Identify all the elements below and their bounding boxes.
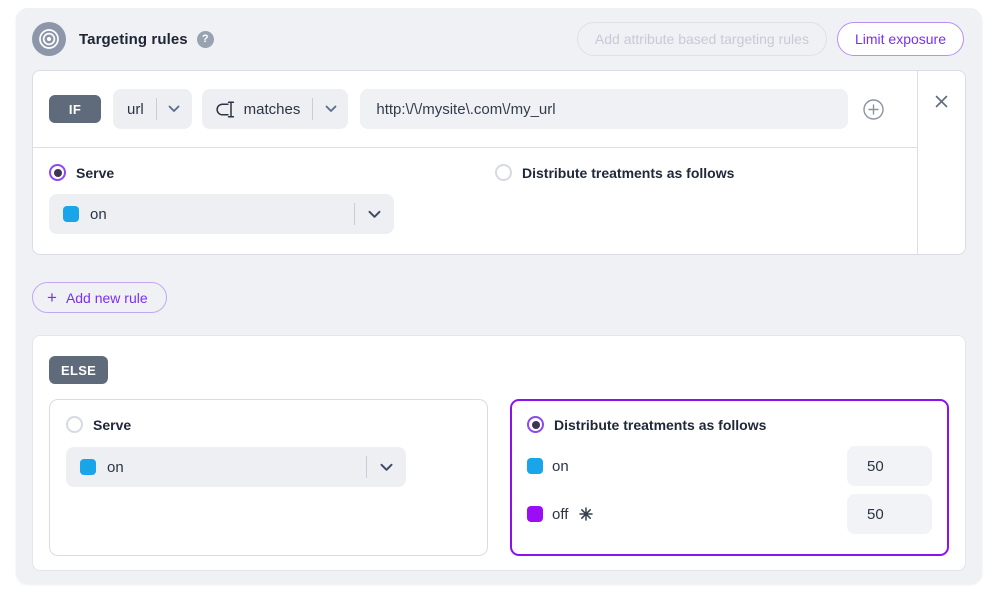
add-value-icon[interactable] [862,98,885,121]
else-serve-radio-option[interactable]: Serve [66,416,471,433]
else-treatment-value: on [107,459,124,476]
treatment-percent-input[interactable] [847,494,932,534]
serve-label: Serve [76,165,114,181]
add-new-rule-button[interactable]: + Add new rule [32,282,167,313]
chevron-down-icon [366,456,406,478]
targeting-rules-panel: Targeting rules ? Add attribute based ta… [16,8,982,584]
header-actions: Add attribute based targeting rules Limi… [577,22,964,56]
treatment-on-swatch [527,458,543,474]
treatment-on-swatch [63,206,79,222]
chevron-down-icon [312,98,348,120]
else-distribute-radio-option[interactable]: Distribute treatments as follows [527,416,932,433]
treatment-row: off [527,494,932,534]
page-title: Targeting rules [79,31,188,48]
else-serve-card: Serve on [49,399,488,556]
rule-side-actions [918,71,965,254]
treatment-name: off [552,506,568,523]
else-treatment-select[interactable]: on [66,447,406,487]
treatment-row: on [527,446,932,486]
help-icon[interactable]: ? [197,31,214,48]
treatment-off-swatch [527,506,543,522]
limit-exposure-button[interactable]: Limit exposure [837,22,964,56]
chevron-down-icon [354,203,394,225]
treatment-name: on [552,458,569,475]
else-serve-label: Serve [93,417,131,433]
rule-treatment-value: on [90,206,107,223]
radio-selected-icon [527,416,544,433]
string-matcher-icon [216,101,237,118]
target-icon [32,22,66,56]
if-badge: IF [49,95,101,123]
attribute-select[interactable]: url [113,89,192,129]
else-columns: Serve on [49,399,949,556]
else-section-card: ELSE Serve on [32,335,966,571]
default-treatment-icon [579,507,593,521]
panel-header: Targeting rules ? Add attribute based ta… [16,8,982,70]
targeting-rules-page: Targeting rules ? Add attribute based ta… [0,0,998,593]
add-attribute-rules-button[interactable]: Add attribute based targeting rules [577,22,827,56]
treatment-on-swatch [80,459,96,475]
matcher-select-value: matches [244,101,301,118]
else-distribute-card: Distribute treatments as follows on off [510,399,949,556]
matcher-value-input[interactable] [360,89,848,129]
rule-serve-options: Serve Distribute treatments as follows [49,164,901,181]
radio-unselected-icon [495,164,512,181]
rule-condition-row: IF url [33,71,917,148]
radio-selected-icon [49,164,66,181]
radio-unselected-icon [66,416,83,433]
add-new-rule-label: Add new rule [66,290,148,306]
rule-treatment-select[interactable]: on [49,194,394,234]
matcher-select[interactable]: matches [202,89,349,129]
chevron-down-icon [156,98,192,120]
else-distribute-label: Distribute treatments as follows [554,417,766,433]
plus-icon: + [47,289,57,306]
attribute-select-value: url [113,101,156,118]
distribute-radio-option[interactable]: Distribute treatments as follows [495,164,734,181]
targeting-rule-card: IF url [32,70,966,255]
distribute-label: Distribute treatments as follows [522,165,734,181]
else-badge: ELSE [49,356,108,384]
delete-rule-icon[interactable] [932,91,952,111]
rule-main: IF url [33,71,918,254]
serve-radio-option[interactable]: Serve [49,164,495,181]
treatment-percent-input[interactable] [847,446,932,486]
